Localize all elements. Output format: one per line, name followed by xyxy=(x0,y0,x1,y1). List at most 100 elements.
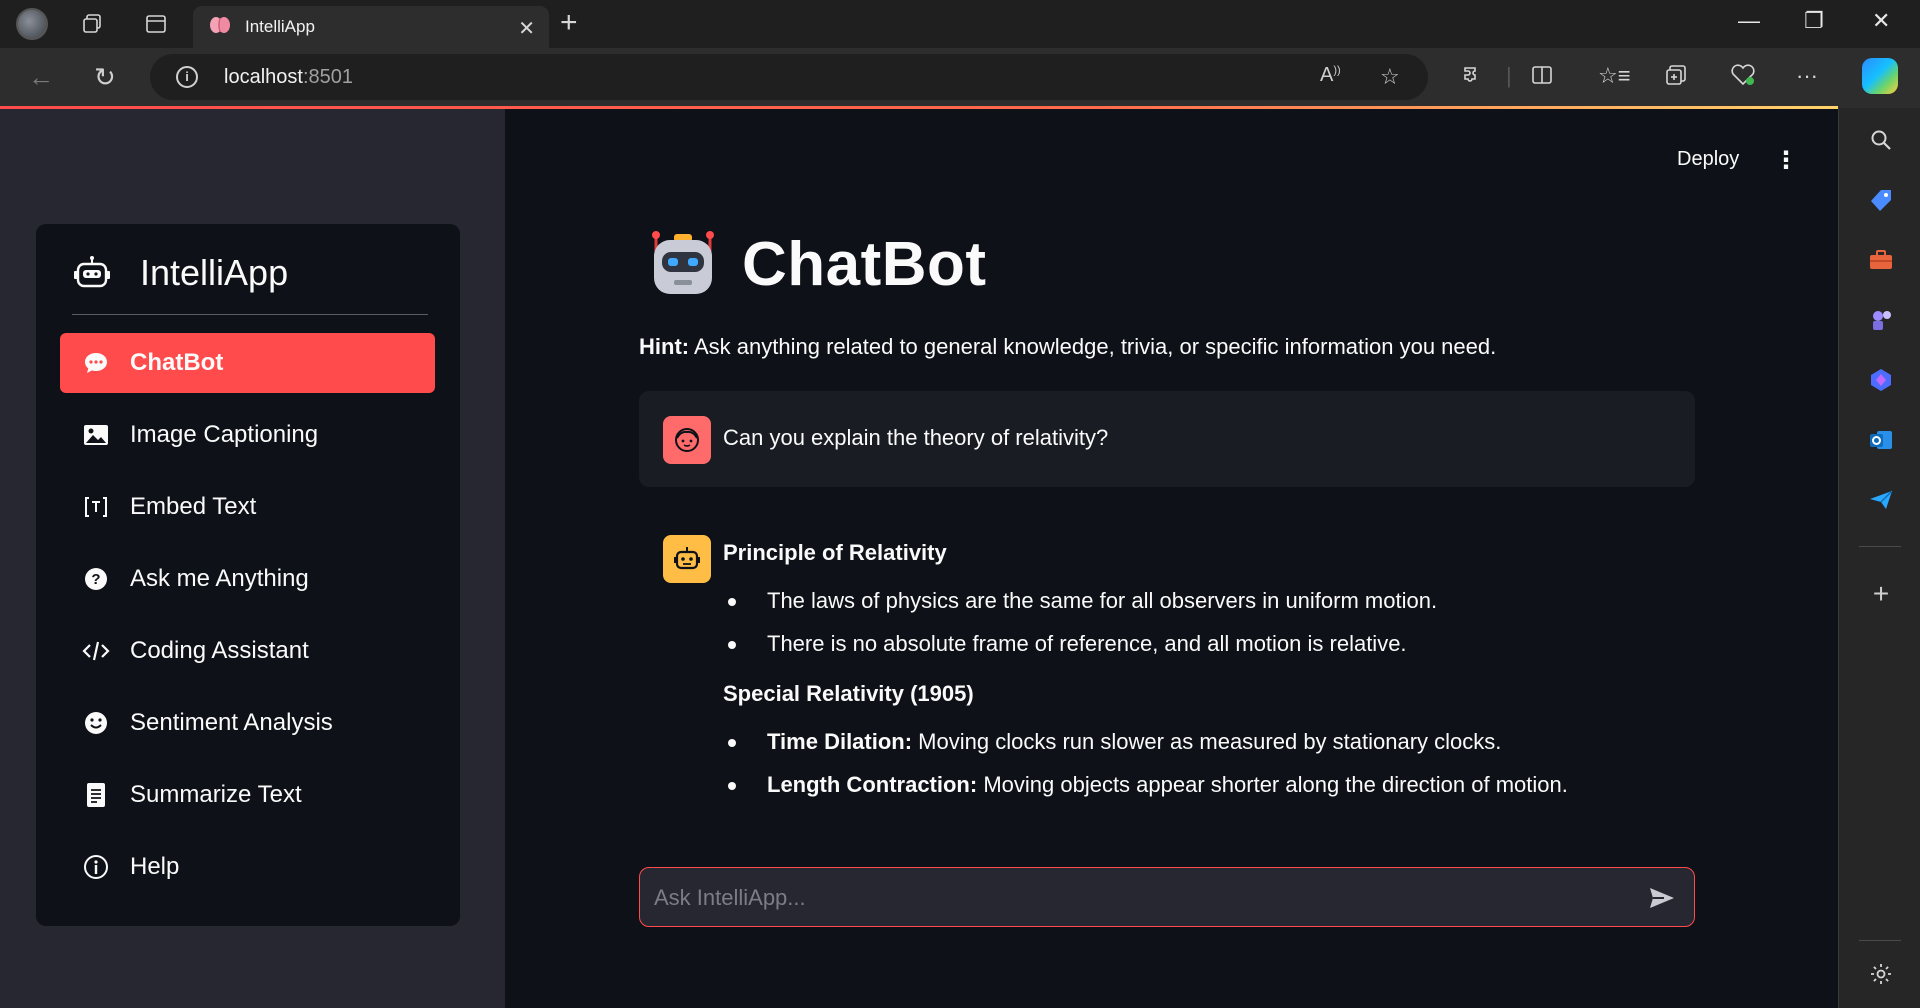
profile-avatar[interactable] xyxy=(16,8,48,40)
chat-input[interactable] xyxy=(654,882,1634,914)
sidebar-item-image-captioning[interactable]: Image Captioning xyxy=(60,405,435,465)
settings-gear-icon[interactable] xyxy=(1867,960,1895,988)
brand-title: IntelliApp xyxy=(140,252,289,293)
more-options-icon[interactable]: ··· xyxy=(1796,63,1818,89)
site-info-icon[interactable]: i xyxy=(176,66,198,88)
brand: IntelliApp xyxy=(72,252,288,294)
sidebar-item-label: Embed Text xyxy=(130,493,257,520)
close-tab-icon[interactable]: ✕ xyxy=(518,16,535,41)
browser-side-panel: + xyxy=(1838,108,1920,1008)
brand-divider xyxy=(72,314,428,315)
window-close-icon[interactable]: ✕ xyxy=(1872,8,1890,34)
list-item: Length Contraction: Moving objects appea… xyxy=(723,772,1683,798)
url-text[interactable]: localhost:8501 xyxy=(224,66,353,89)
hint-text: Hint: Ask anything related to general kn… xyxy=(639,334,1496,360)
sidebar-item-label: Help xyxy=(130,853,180,880)
browser-essentials-icon[interactable] xyxy=(1730,63,1756,93)
sidebar-item-sentiment-analysis[interactable]: Sentiment Analysis xyxy=(60,693,435,753)
robot-icon xyxy=(72,253,112,293)
question-icon: ? xyxy=(82,565,110,593)
copilot-app-icon[interactable] xyxy=(1867,366,1895,394)
tools-briefcase-icon[interactable] xyxy=(1867,246,1895,274)
url-host: localhost xyxy=(224,66,303,88)
sidebar-item-coding-assistant[interactable]: Coding Assistant xyxy=(60,621,435,681)
sidebar-item-label: Ask me Anything xyxy=(130,565,309,592)
answer-heading: Principle of Relativity xyxy=(723,540,947,565)
code-icon xyxy=(82,637,110,665)
minimize-icon[interactable]: — xyxy=(1738,8,1760,34)
chat-icon xyxy=(82,349,110,377)
answer-list: Time Dilation: Moving clocks run slower … xyxy=(723,729,1683,798)
url-port: :8501 xyxy=(302,66,353,88)
image-icon xyxy=(82,421,110,449)
list-item-text: Moving clocks run slower as measured by … xyxy=(912,729,1502,754)
send-drop-icon[interactable] xyxy=(1867,486,1895,514)
shopping-tag-icon[interactable] xyxy=(1867,186,1895,214)
answer-list: The laws of physics are the same for all… xyxy=(723,588,1683,657)
tab-actions-icon[interactable] xyxy=(140,8,172,40)
address-bar[interactable]: i localhost:8501 A)) ☆ xyxy=(150,54,1428,100)
refresh-icon[interactable]: ↻ xyxy=(94,62,116,93)
sidebar-item-label: Summarize Text xyxy=(130,781,302,808)
svg-text:?: ? xyxy=(91,571,100,588)
brain-icon xyxy=(209,15,231,40)
assistant-message: Principle of Relativity The laws of phys… xyxy=(723,540,1683,822)
sidebar-item-embed-text[interactable]: Embed Text xyxy=(60,477,435,537)
app-sidebar: IntelliApp ChatBot Image Captioning Embe… xyxy=(0,109,505,1008)
add-app-icon[interactable]: + xyxy=(1867,578,1895,609)
copilot-icon[interactable] xyxy=(1862,58,1898,94)
hint-body: Ask anything related to general knowledg… xyxy=(689,334,1497,359)
toolbar-divider: | xyxy=(1506,63,1512,88)
panel-divider xyxy=(1859,546,1901,547)
deploy-button[interactable]: Deploy xyxy=(1677,148,1739,171)
sidebar-item-label: Sentiment Analysis xyxy=(130,709,333,736)
list-item-term: Length Contraction: xyxy=(767,772,978,797)
list-item: The laws of physics are the same for all… xyxy=(723,588,1683,614)
hint-label: Hint: xyxy=(639,334,690,359)
assistant-avatar-icon xyxy=(663,535,711,583)
sidebar-item-label: ChatBot xyxy=(130,349,224,376)
embed-icon xyxy=(82,493,110,521)
outlook-icon[interactable] xyxy=(1867,426,1895,454)
user-avatar-icon xyxy=(663,416,711,464)
list-item-term: Time Dilation: xyxy=(767,729,913,754)
sidebar-item-summarize-text[interactable]: Summarize Text xyxy=(60,765,435,825)
favorites-icon[interactable]: ☆≡ xyxy=(1598,63,1631,89)
browser-tab[interactable]: IntelliApp ✕ xyxy=(193,6,549,48)
sidebar-item-label: Image Captioning xyxy=(130,421,319,448)
read-aloud-icon[interactable]: A)) xyxy=(1320,64,1341,87)
back-icon[interactable]: ← xyxy=(28,62,54,93)
document-icon xyxy=(82,781,110,809)
answer-heading: Special Relativity (1905) xyxy=(723,681,974,706)
browser-title-bar: IntelliApp ✕ + — ❐ ✕ xyxy=(0,0,1920,48)
navigation-menu: IntelliApp ChatBot Image Captioning Embe… xyxy=(36,224,460,926)
main-menu-icon[interactable]: ⋮ xyxy=(1774,146,1798,175)
split-screen-icon[interactable] xyxy=(1530,63,1554,93)
search-icon[interactable] xyxy=(1867,126,1895,154)
tab-title: IntelliApp xyxy=(245,17,315,36)
info-icon xyxy=(82,853,110,881)
send-icon[interactable] xyxy=(1646,882,1678,914)
user-message: Can you explain the theory of relativity… xyxy=(639,391,1695,487)
games-icon[interactable] xyxy=(1867,306,1895,334)
list-item-text: Moving objects appear shorter along the … xyxy=(977,772,1568,797)
list-item: Time Dilation: Moving clocks run slower … xyxy=(723,729,1683,755)
extensions-icon[interactable] xyxy=(1460,63,1484,93)
user-message-text: Can you explain the theory of relativity… xyxy=(723,425,1109,450)
smile-icon xyxy=(82,709,110,737)
panel-divider xyxy=(1859,940,1901,941)
workspaces-icon[interactable] xyxy=(76,8,108,40)
address-bar-row: ← ↻ i localhost:8501 A)) ☆ | ☆≡ ··· xyxy=(0,48,1920,108)
favorite-star-icon[interactable]: ☆ xyxy=(1380,64,1400,90)
page-title-row: ChatBot xyxy=(648,228,987,300)
sidebar-item-label: Coding Assistant xyxy=(130,637,309,664)
sidebar-item-chatbot[interactable]: ChatBot xyxy=(60,333,435,393)
collections-icon[interactable] xyxy=(1664,63,1688,93)
chat-input-box xyxy=(639,867,1695,927)
page-title: ChatBot xyxy=(742,229,987,299)
restore-icon[interactable]: ❐ xyxy=(1804,8,1824,34)
sidebar-item-help[interactable]: Help xyxy=(60,837,435,897)
list-item: There is no absolute frame of reference,… xyxy=(723,631,1683,657)
sidebar-item-ask-me-anything[interactable]: ? Ask me Anything xyxy=(60,549,435,609)
new-tab-button[interactable]: + xyxy=(560,8,578,38)
